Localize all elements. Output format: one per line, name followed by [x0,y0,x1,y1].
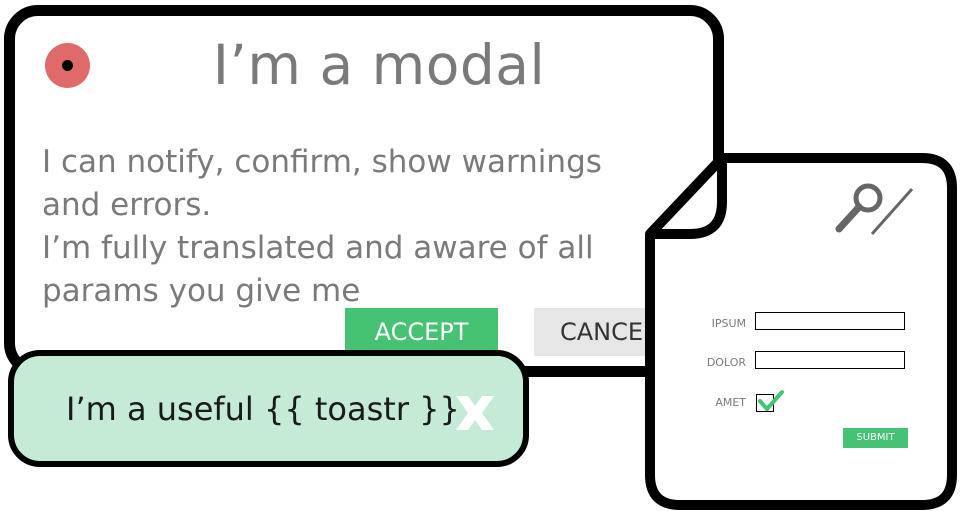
checkmark-icon [758,390,784,411]
ipsum-field[interactable] [755,312,905,330]
dolor-field[interactable] [755,351,905,369]
modal-body-line: params you give me [42,273,361,309]
modal-dialog: I’m a modal I can notify, confirm, show … [4,5,724,377]
submit-button[interactable]: SUBMIT [843,428,908,448]
modal-body-line: I can notify, confirm, show warnings [42,144,602,180]
amet-label: AMET [715,396,746,409]
close-x-icon[interactable] [454,392,496,434]
accept-button[interactable]: ACCEPT [345,308,498,356]
modal-body: I can notify, confirm, show warnings and… [42,141,662,313]
ipsum-label: IPSUM [711,317,746,330]
modal-body-line: I’m fully translated and aware of all [42,230,594,266]
magnifier-pencil-icon [835,183,914,235]
modal-title: I’m a modal [212,33,546,97]
toastr-message: I’m a useful {{ toastr }} [66,390,460,428]
modal-body-line: and errors. [42,187,212,223]
toastr-notification: I’m a useful {{ toastr }} [8,350,529,467]
form-card: IPSUM DOLOR AMET SUBMIT [642,150,960,510]
dolor-label: DOLOR [706,356,746,369]
